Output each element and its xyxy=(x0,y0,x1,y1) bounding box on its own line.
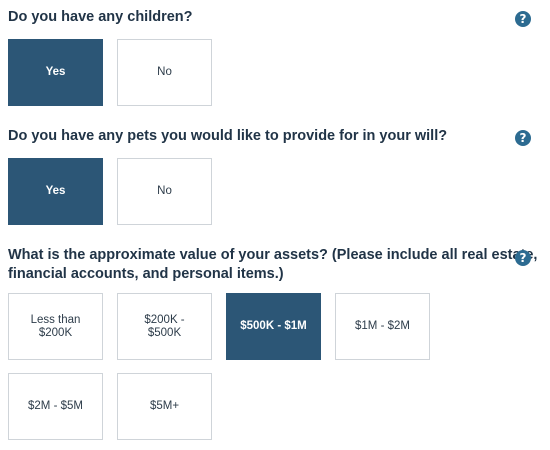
assets-200k-500k-button[interactable]: $200K - $500K xyxy=(117,293,212,360)
question-children-title: Do you have any children? xyxy=(8,9,193,25)
assets-500k-1m-label: $500K - $1M xyxy=(240,320,307,332)
pets-no-label: No xyxy=(157,185,172,197)
assets-200k-500k-label: $200K - $500K xyxy=(144,314,184,340)
children-no-button[interactable]: No xyxy=(117,39,212,106)
assets-2m-5m-label: $2M - $5M xyxy=(28,400,83,412)
assets-less-than-200k-label: Less than $200K xyxy=(31,314,81,340)
pets-no-button[interactable]: No xyxy=(117,158,212,225)
children-yes-label: Yes xyxy=(45,66,66,78)
label-line1: $200K - xyxy=(144,313,185,326)
pets-yes-button[interactable]: Yes xyxy=(8,158,103,225)
question-pets-title: Do you have any pets you would like to p… xyxy=(8,128,448,144)
children-yes-button[interactable]: Yes xyxy=(8,39,103,106)
label-line2: $200K xyxy=(38,326,73,339)
help-icon[interactable]: ? xyxy=(515,250,531,266)
question-assets-title-line1: What is the approximate value of your as… xyxy=(8,247,538,263)
assets-1m-2m-button[interactable]: $1M - $2M xyxy=(335,293,430,360)
help-icon[interactable]: ? xyxy=(515,130,531,146)
question-assets-title: What is the approximate value of your as… xyxy=(8,246,537,284)
assets-500k-1m-button[interactable]: $500K - $1M xyxy=(226,293,321,360)
question-assets-title-line2: financial accounts, and personal items.) xyxy=(8,266,284,282)
assets-less-than-200k-button[interactable]: Less than $200K xyxy=(8,293,103,360)
assets-5m-plus-label: $5M+ xyxy=(149,400,180,412)
help-icon[interactable]: ? xyxy=(515,11,531,27)
assets-5m-plus-button[interactable]: $5M+ xyxy=(117,373,212,440)
children-no-label: No xyxy=(157,66,172,78)
label-line2: $500K xyxy=(147,326,182,339)
label-line1: Less than xyxy=(30,313,81,326)
pets-yes-label: Yes xyxy=(45,185,66,197)
assets-2m-5m-button[interactable]: $2M - $5M xyxy=(8,373,103,440)
assets-1m-2m-label: $1M - $2M xyxy=(355,320,410,332)
